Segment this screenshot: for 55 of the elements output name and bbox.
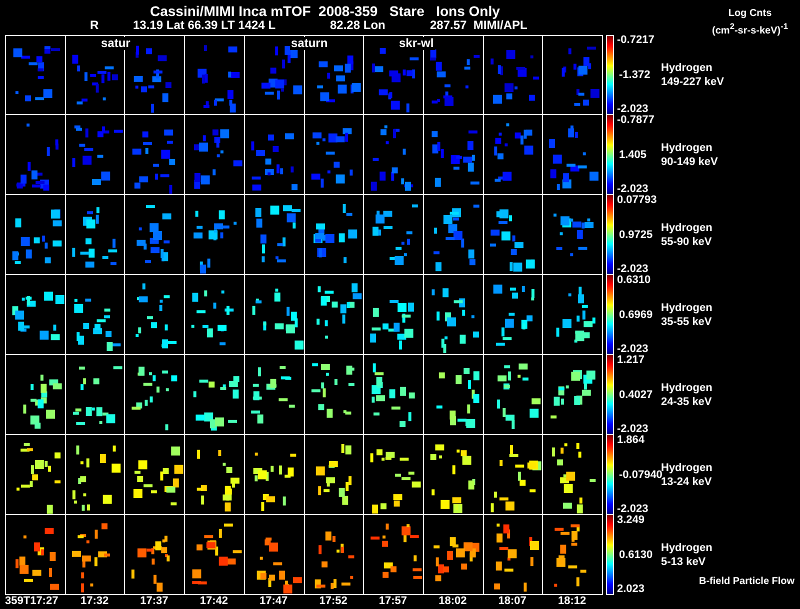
species-label: Hydrogen: [661, 541, 712, 555]
scale-mid: 0.4027: [618, 390, 654, 400]
time-label: 17:37: [140, 595, 168, 607]
species-label: Hydrogen: [661, 461, 712, 474]
scale-max: 0.6310: [617, 275, 652, 286]
energy-label: 55-90 keV: [661, 235, 712, 249]
scale-mid: 0.9725: [618, 230, 654, 240]
scale-min: 2.023: [617, 584, 646, 595]
time-label: 359T17:27: [5, 595, 58, 607]
scale-max: 0.07793: [617, 195, 658, 206]
overlay-label: saturn: [290, 37, 329, 50]
scale-min: -2.023: [617, 504, 650, 515]
species-label: Hydrogen: [661, 221, 712, 235]
scale-max: 1.864: [617, 435, 646, 446]
scale-min: -2.023: [617, 424, 650, 435]
time-label: 17:47: [260, 595, 288, 607]
scale-min: -2.023: [617, 264, 650, 275]
scale-max: 3.249: [617, 515, 646, 526]
species-label: Hydrogen: [661, 61, 714, 75]
scale-min: -2.023: [617, 104, 650, 115]
time-label: 18:02: [438, 595, 467, 607]
energy-label: 90-149 keV: [661, 155, 718, 169]
units-text: (cm$^{2}$-sr-s-keV)$^{-1}$: [712, 20, 788, 38]
time-label: 17:57: [378, 595, 408, 607]
overlay-label: skr-wl: [398, 37, 435, 50]
scale-max: -0.7217: [617, 35, 656, 46]
energy-label: 149-227 keV: [661, 75, 724, 89]
position-text: 287.57 MIMI/APL: [430, 18, 528, 32]
scale-mid: 0.6969: [618, 310, 654, 320]
scale-max: 1.217: [617, 355, 646, 366]
scale-mid: 0.6130: [618, 550, 654, 560]
position-text: 82.28 Lon: [330, 18, 386, 32]
footnote-text: B-field Particle Flow: [699, 575, 795, 589]
species-label: Hydrogen: [661, 141, 714, 155]
energy-label: 13-24 keV: [661, 476, 712, 489]
scale-min: -2.023: [617, 344, 650, 355]
time-label: 18:07: [498, 595, 526, 607]
overlay-label: satur: [100, 37, 132, 50]
units-label: Log Cnts: [728, 8, 772, 20]
position-text: 13.19 Lat 66.39 LT 1424 L: [133, 18, 277, 32]
time-label: 18:12: [558, 595, 586, 607]
energy-label: 35-55 keV: [661, 315, 712, 329]
energy-label: 24-35 keV: [661, 395, 712, 409]
time-label: 17:32: [80, 595, 109, 607]
position-text: R: [90, 18, 100, 32]
scale-mid: 1.405: [618, 150, 648, 160]
scale-mid: -1.372: [618, 70, 652, 80]
plot-title: Cassini/MIMI Inca mTOF 2008-359 Stare Ions Only: [150, 3, 500, 19]
scale-min: -2.023: [617, 184, 650, 195]
time-label: 17:52: [319, 595, 348, 607]
scale-max: -0.7877: [617, 115, 656, 126]
species-label: Hydrogen: [661, 301, 712, 315]
energy-label: 5-13 keV: [661, 555, 707, 569]
time-label: 17:42: [200, 595, 228, 607]
species-label: Hydrogen: [661, 381, 712, 395]
